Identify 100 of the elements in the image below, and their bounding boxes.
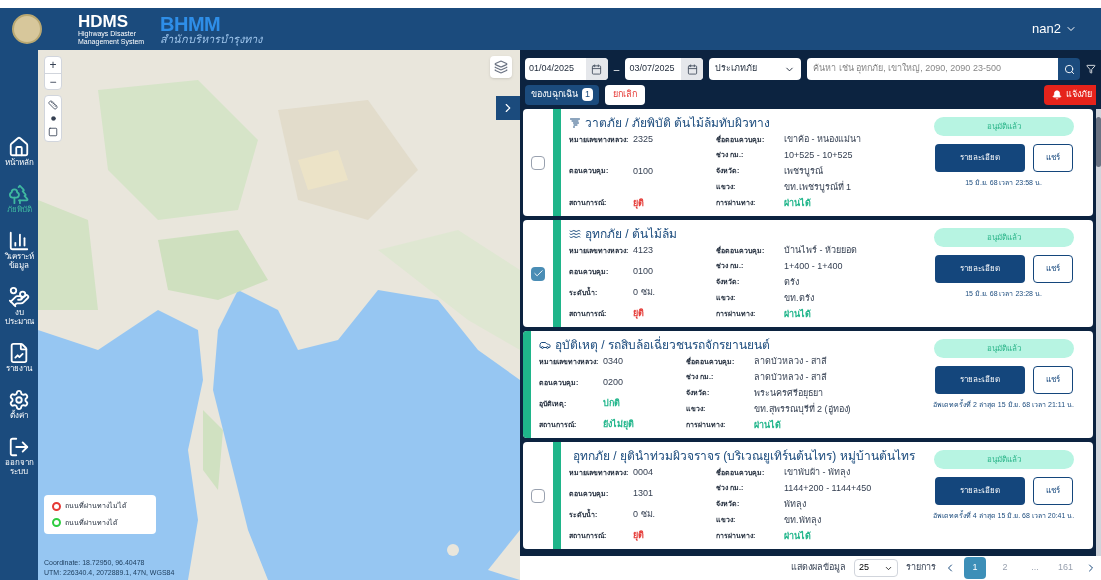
field-value: ผ่านได้ bbox=[784, 196, 811, 210]
field-value: 0004 bbox=[633, 466, 654, 479]
field-value: เขาพับผ้า - พัทลุง bbox=[784, 466, 850, 480]
field-value: 0 ซม. bbox=[633, 286, 655, 300]
field-value: 0340 bbox=[603, 355, 624, 368]
field-value: ลาดบัวหลวง - สาลี bbox=[754, 370, 827, 384]
brand-thai: สำนักบริหารบำรุงทาง bbox=[160, 33, 262, 45]
field-value: ลาดบัวหลวง - สาลี bbox=[754, 355, 827, 368]
coins-icon bbox=[8, 286, 30, 308]
field-value: 0 ซม. bbox=[633, 508, 655, 522]
field-value: ขท.เพชรบูรณ์ที่ 1 bbox=[784, 180, 851, 195]
sidebar-item[interactable]: รายงาน bbox=[0, 342, 38, 373]
card-title: อุบัติเหตุ / รถสิบล้อเฉี่ยวชนรถจักรยานยนต์ bbox=[555, 336, 770, 354]
field-value: ยังไม่ยุติ bbox=[603, 418, 634, 432]
show-label: แสดงผลข้อมูล bbox=[790, 561, 846, 575]
sidebar-item[interactable]: งบ ประมาณ bbox=[0, 286, 38, 326]
zoom-in-button[interactable]: + bbox=[45, 57, 61, 73]
car-icon bbox=[539, 339, 551, 351]
check-icon bbox=[532, 268, 544, 279]
date-separator: – bbox=[613, 62, 620, 77]
field-value: เพชรบูรณ์ bbox=[784, 164, 823, 179]
sidebar-item[interactable]: หน้าหลัก bbox=[0, 136, 38, 167]
date-to-field[interactable]: 03/07/2025 bbox=[625, 58, 704, 80]
chart-icon bbox=[8, 342, 30, 364]
card-title: อุทกภัย / ยุตินำท่วมผิวจราจร (บริเวณยูเทิร์นต้นไทร) หมู่บ้านต้นไทร bbox=[573, 448, 915, 465]
field-value: 0100 bbox=[633, 164, 654, 178]
field-value: ผ่านได้ bbox=[784, 529, 811, 543]
detail-button[interactable]: รายละเอียด bbox=[934, 144, 1025, 172]
detail-button[interactable]: รายละเอียด bbox=[934, 366, 1025, 394]
bell-icon bbox=[1052, 89, 1062, 100]
field-value: ขท.พัทลุง bbox=[784, 513, 821, 528]
share-button[interactable]: แชร์ bbox=[1032, 255, 1073, 283]
date-from-field[interactable]: 01/04/2025 bbox=[525, 58, 608, 80]
share-button[interactable]: แชร์ bbox=[1032, 477, 1073, 505]
status-pill: อนุมัติแล้ว bbox=[933, 117, 1074, 136]
field-value: 0200 bbox=[603, 376, 624, 390]
field-value: ยุติ bbox=[633, 196, 644, 210]
field-value: เขาค้อ - หนองแม่นา bbox=[784, 133, 861, 146]
field-value: ผ่านได้ bbox=[754, 418, 781, 432]
collapse-button[interactable] bbox=[496, 96, 520, 120]
sidebar-item[interactable]: ภัยพิบัติ bbox=[0, 183, 38, 214]
user-menu[interactable]: nan2 bbox=[1032, 19, 1077, 39]
checkbox[interactable] bbox=[531, 155, 545, 170]
ruler-icon[interactable] bbox=[48, 100, 58, 110]
field-value: พัทลุง bbox=[784, 497, 806, 512]
layers-button[interactable] bbox=[490, 56, 512, 78]
calendar-icon bbox=[686, 63, 698, 75]
field-value: ขท.ตรัง bbox=[784, 291, 814, 305]
field-value: ขท.สุพรรณบุรีที่ 2 (อู่ทอง) bbox=[754, 402, 851, 417]
card-title: อุทกภัย / ต้นไม้ล้ม bbox=[585, 226, 677, 243]
home-icon bbox=[8, 136, 30, 158]
sidebar-item[interactable]: ตั้งค่า bbox=[0, 389, 38, 420]
share-button[interactable]: แชร์ bbox=[1032, 144, 1073, 172]
page-button[interactable]: 1 bbox=[963, 557, 986, 579]
checkbox[interactable] bbox=[531, 266, 545, 281]
field-value: ยุติ bbox=[633, 307, 644, 321]
count-badge: 1 bbox=[582, 87, 593, 102]
bar-chart-icon bbox=[8, 230, 30, 252]
field-value: บ้านไพร์ - ห้วยยอด bbox=[784, 244, 857, 257]
square-icon[interactable] bbox=[48, 127, 58, 137]
report-button[interactable]: แจ้งภัย bbox=[1044, 84, 1096, 105]
waves-icon bbox=[569, 228, 581, 240]
trees-icon bbox=[8, 183, 30, 205]
emblem-icon bbox=[12, 14, 42, 44]
type-select[interactable]: ประเภทภัย bbox=[709, 58, 802, 80]
status-pill: อนุมัติแล้ว bbox=[933, 228, 1074, 247]
unit-label: รายการ bbox=[905, 561, 936, 575]
settings-icon bbox=[8, 389, 30, 411]
field-value: 1+400 - 1+400 bbox=[784, 259, 843, 273]
detail-button[interactable]: รายละเอียด bbox=[934, 255, 1025, 283]
zoom-out-button[interactable]: − bbox=[45, 73, 61, 89]
field-value: พระนครศรีอยุธยา bbox=[754, 386, 823, 401]
field-value: 1301 bbox=[633, 487, 654, 501]
sidebar-item[interactable]: วิเคราะห์ ข้อมูล bbox=[0, 230, 38, 270]
cancel-button[interactable]: ยกเลิก bbox=[605, 84, 645, 105]
field-value: ยุติ bbox=[633, 529, 644, 543]
checkbox[interactable] bbox=[531, 488, 545, 503]
logo-title: HDMS bbox=[78, 12, 130, 30]
search-field[interactable]: ค้นหา เช่น อุทกภัย, เขาใหญ่, 2090, 2090 23-500 bbox=[807, 58, 1059, 80]
point-icon[interactable] bbox=[50, 116, 56, 121]
calendar-icon bbox=[591, 63, 603, 75]
filter-icon[interactable] bbox=[1086, 64, 1096, 74]
card-title: วาตภัย / ภัยพิบัติ ต้นไม้ล้มทับผิวทาง bbox=[585, 115, 771, 132]
tornado-icon bbox=[569, 117, 581, 129]
logout-icon bbox=[8, 436, 30, 458]
field-value: 4123 bbox=[633, 244, 654, 257]
emergency-button[interactable]: ของบฉุกเฉิน 1 bbox=[525, 84, 599, 105]
status-pill: อนุมัติแล้ว bbox=[933, 339, 1074, 358]
field-value: 1144+200 - 1144+450 bbox=[784, 481, 872, 495]
brand-logo: BHMM bbox=[160, 13, 221, 34]
sidebar-item[interactable]: ออกจาก ระบบ bbox=[0, 436, 38, 476]
detail-button[interactable]: รายละเอียด bbox=[934, 477, 1025, 505]
share-button[interactable]: แชร์ bbox=[1032, 366, 1073, 394]
search-button[interactable] bbox=[1058, 58, 1081, 80]
page-size-select[interactable]: 25 bbox=[853, 559, 898, 577]
field-value: ตรัง bbox=[784, 275, 799, 289]
search-icon bbox=[1063, 63, 1075, 75]
field-value: ผ่านได้ bbox=[784, 307, 811, 321]
layers-icon bbox=[494, 60, 508, 74]
status-pill: อนุมัติแล้ว bbox=[933, 450, 1074, 469]
